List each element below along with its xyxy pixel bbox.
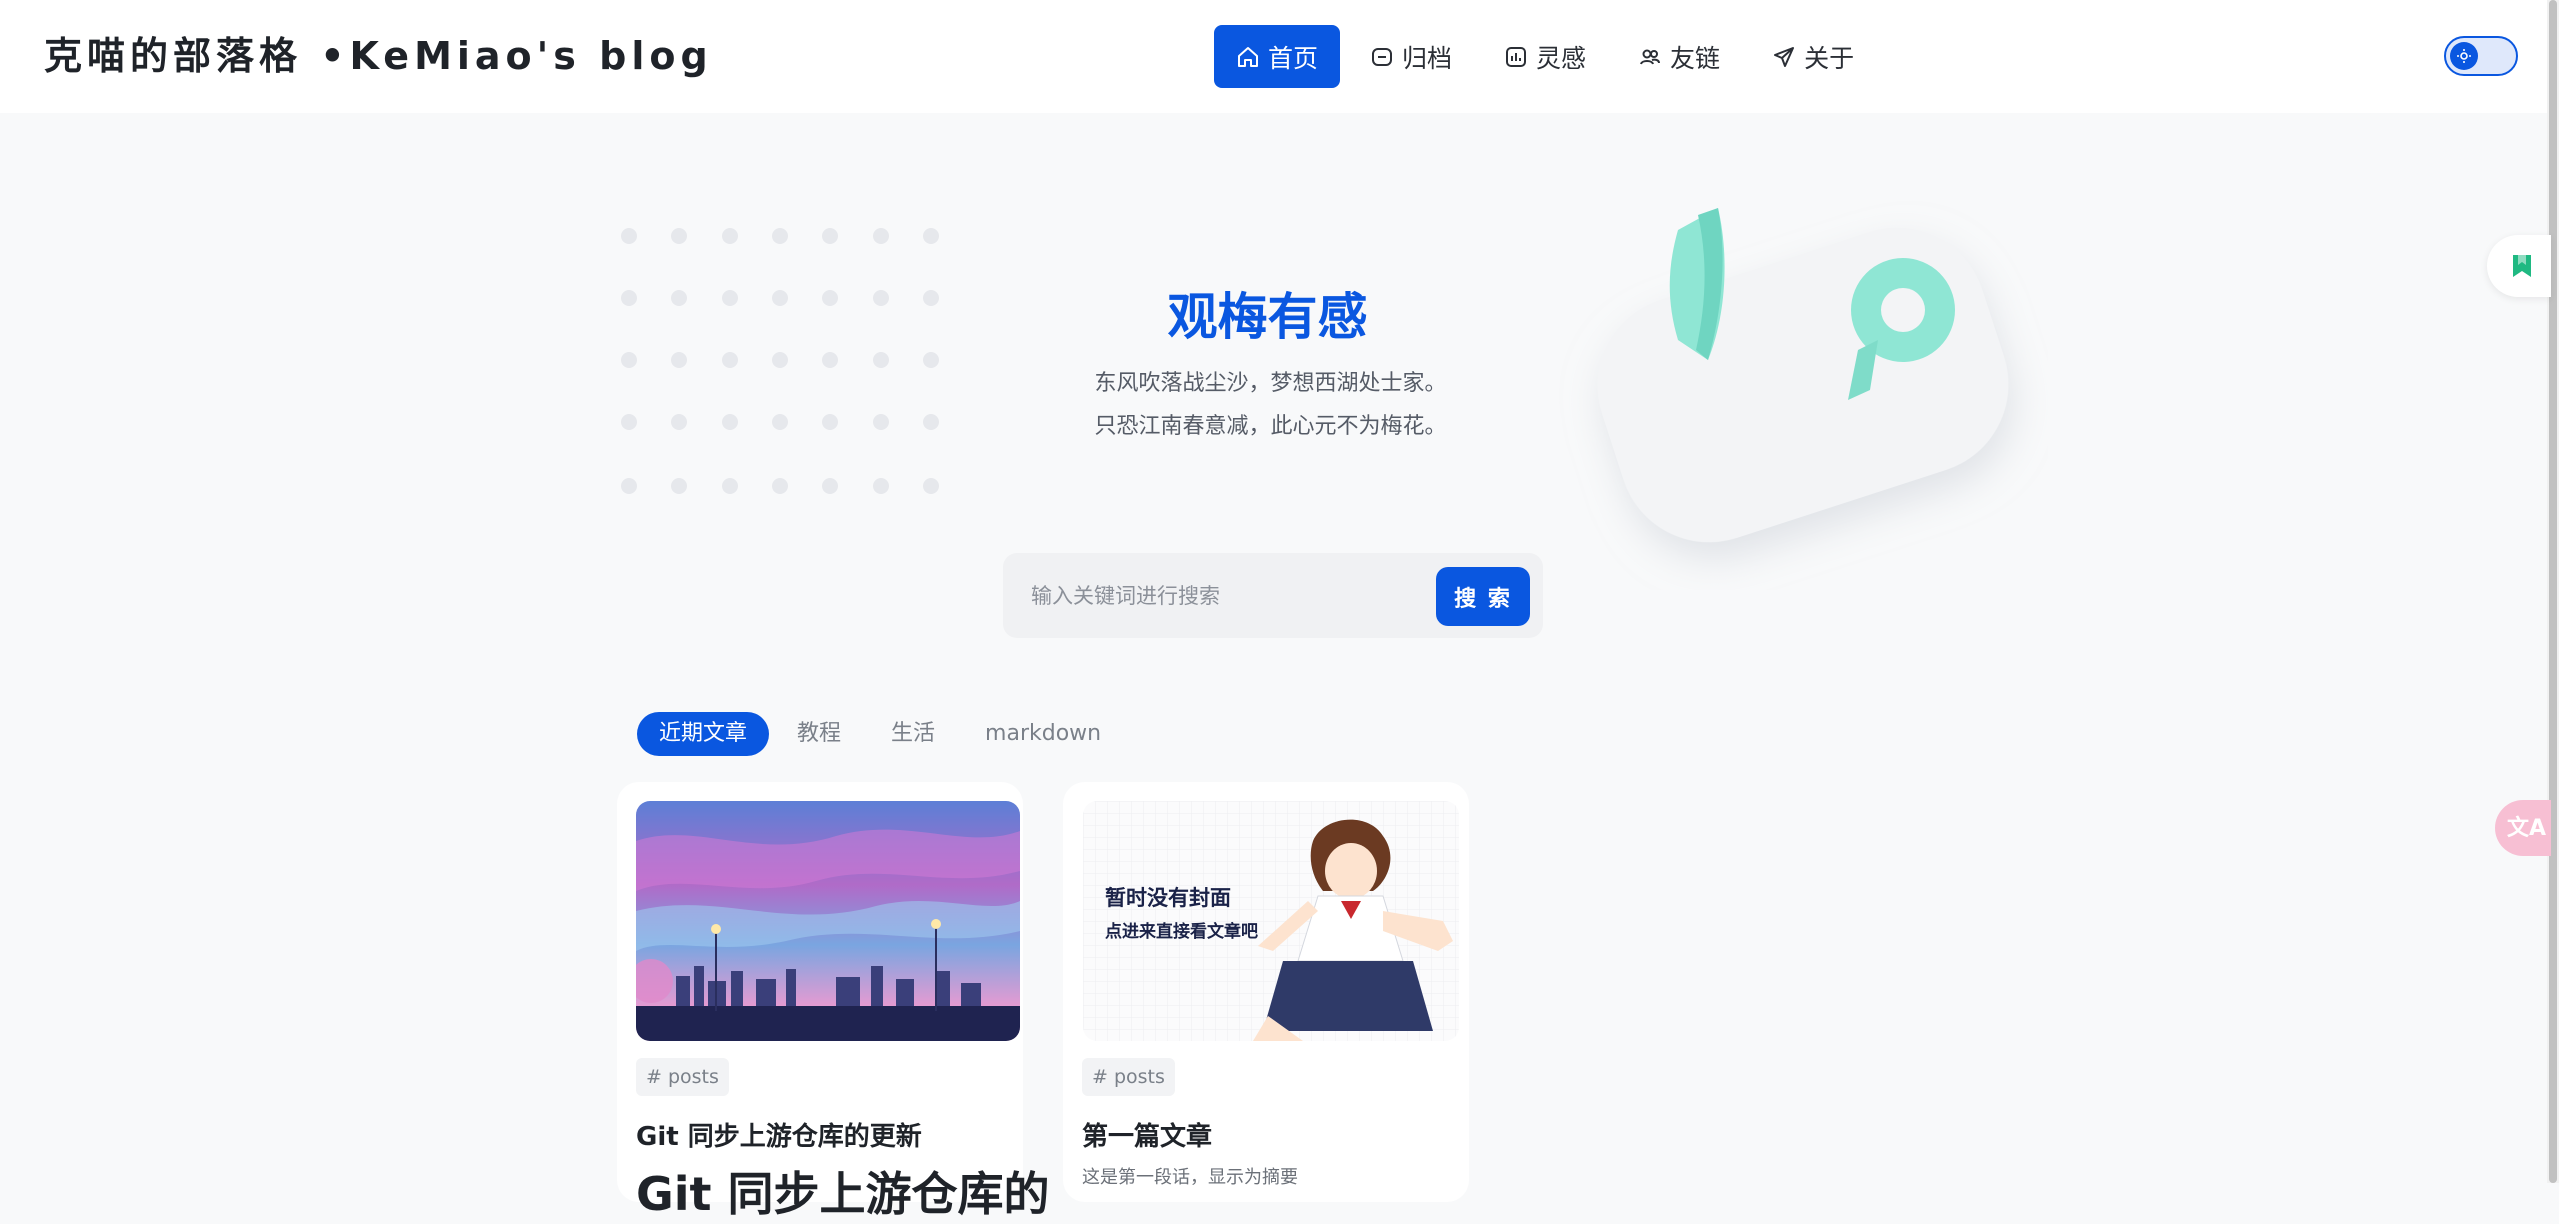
hero-poem-line-1: 东风吹落战尘沙，梦想西湖处士家。 (0, 365, 2547, 397)
post-tag[interactable]: # posts (636, 1058, 729, 1096)
hero-poem-line-2: 只恐江南春意减，此心元不为梅花。 (0, 408, 2547, 440)
nav-item-label: 归档 (1402, 43, 1453, 73)
nav-item-inspiration[interactable]: 灵感 (1482, 25, 1608, 88)
chart-icon (1506, 46, 1527, 67)
post-content-heading: Git 同步上游仓库的 (636, 1167, 1050, 1221)
main-nav: 首页 归档 灵感 友链 关于 (1214, 25, 1884, 88)
site-title[interactable]: 克喵的部落格 •KeMiao's blog (44, 32, 713, 80)
archive-icon (1372, 47, 1393, 66)
search-button[interactable]: 搜 索 (1436, 567, 1530, 626)
post-tag[interactable]: # posts (1082, 1058, 1175, 1096)
bookmark-icon (2513, 255, 2531, 277)
search-input[interactable] (1029, 573, 1413, 619)
post-title[interactable]: 第一篇文章 (1082, 1116, 1212, 1153)
home-icon (1238, 46, 1258, 67)
theme-toggle[interactable] (2444, 36, 2518, 76)
scrollbar-thumb[interactable] (2549, 0, 2557, 1183)
post-card[interactable]: 暂时没有封面 点进来直接看文章吧 # posts 第一篇文章 这是第一段话，显示… (1063, 782, 1469, 1202)
category-tabs: 近期文章 教程 生活 markdown (637, 712, 1129, 756)
tab-life[interactable]: 生活 (869, 712, 957, 756)
nav-item-home[interactable]: 首页 (1214, 25, 1341, 88)
tab-tutorials[interactable]: 教程 (775, 712, 863, 756)
hero-3d-illustration (1597, 208, 2009, 543)
friends-icon (1640, 49, 1661, 64)
post-excerpt: 这是第一段话，显示为摘要 (1082, 1167, 1298, 1188)
side-bookmark-button[interactable] (2487, 235, 2551, 297)
cover-text-line-2: 点进来直接看文章吧 (1105, 921, 1258, 942)
cover-text-line-1: 暂时没有封面 (1105, 886, 1231, 910)
send-icon (1774, 46, 1795, 67)
nav-item-label: 首页 (1268, 43, 1319, 73)
nav-item-label: 关于 (1804, 43, 1855, 73)
tab-markdown[interactable]: markdown (963, 712, 1123, 756)
sun-icon (2457, 49, 2471, 63)
page-scrollbar[interactable] (2547, 0, 2559, 1183)
nav-item-archive[interactable]: 归档 (1348, 25, 1474, 88)
hero-poem-text: 东风吹落战尘沙，梦想西湖处士家。 (1094, 371, 1447, 396)
post-card[interactable]: # posts Git 同步上游仓库的更新 Git 同步上游仓库的 (617, 782, 1050, 1221)
decorative-dot-grid (621, 228, 939, 494)
hero-title-text: 观梅有感 (1167, 288, 1368, 346)
post-cover-placeholder-image[interactable]: 暂时没有封面 点进来直接看文章吧 (1083, 801, 1459, 1041)
nav-item-label: 灵感 (1536, 43, 1587, 73)
hero-poem-text: 只恐江南春意减，此心元不为梅花。 (1094, 414, 1447, 439)
search-box: 搜 索 (1003, 553, 1543, 638)
nav-item-friends[interactable]: 友链 (1616, 25, 1742, 88)
translate-button[interactable]: 文A (2495, 800, 2551, 856)
nav-item-about[interactable]: 关于 (1750, 25, 1876, 88)
tab-recent-posts[interactable]: 近期文章 (637, 712, 770, 756)
nav-item-label: 友链 (1670, 43, 1721, 73)
hero-title: 观梅有感 (0, 277, 2547, 349)
translate-icon: 文A (2507, 816, 2547, 841)
theme-toggle-knob (2450, 42, 2478, 70)
post-cover-image[interactable] (636, 801, 1020, 1041)
post-title[interactable]: Git 同步上游仓库的更新 (636, 1116, 922, 1153)
header: 克喵的部落格 •KeMiao's blog 首页 归档 灵感 友链 关于 (0, 0, 2547, 113)
